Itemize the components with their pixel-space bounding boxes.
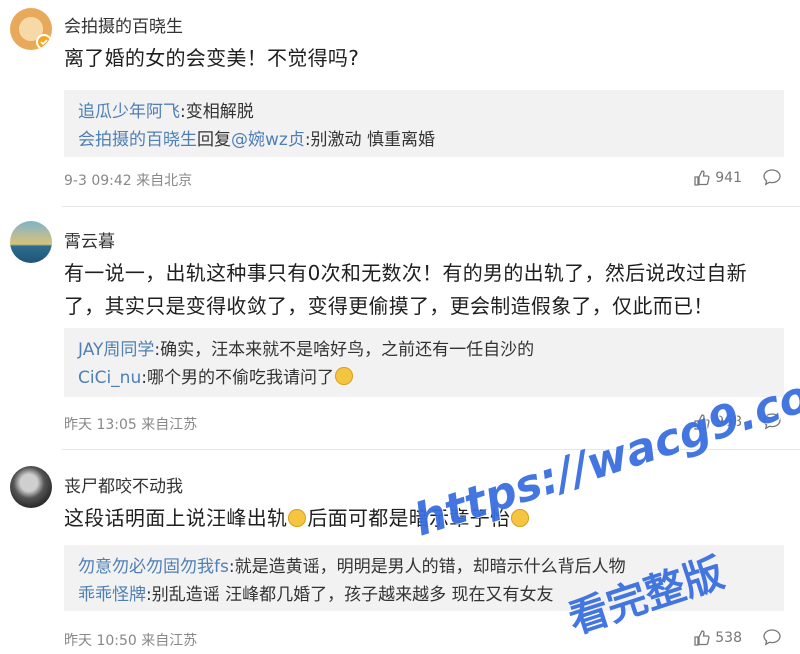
reply-username[interactable]: JAY周同学 bbox=[78, 340, 154, 360]
username[interactable]: 会拍摄的百晓生 bbox=[64, 12, 183, 37]
reply-text: :别乱造谣 汪峰都几婚了，孩子越来越多 现在又有女友 bbox=[146, 585, 554, 605]
reply-button[interactable] bbox=[762, 168, 782, 190]
reply-text: :哪个男的不偷吃我请问了 bbox=[141, 368, 334, 388]
reply-username[interactable]: 追瓜少年阿飞 bbox=[78, 102, 180, 122]
reply-line: 追瓜少年阿飞:变相解脱 bbox=[78, 98, 770, 126]
comment-text-part: 这段话明面上说汪峰出轨 bbox=[64, 506, 288, 530]
reply-box[interactable]: 追瓜少年阿飞:变相解脱 会拍摄的百晓生回复@婉wz贞:别激动 慎重离婚 bbox=[64, 90, 784, 157]
username[interactable]: 霄云暮 bbox=[64, 227, 115, 252]
reply-mention[interactable]: @婉wz贞 bbox=[231, 130, 305, 150]
comment-text: 有一说一，出轨这种事只有0次和无数次！有的男的出轨了，然后说改过自新了，其实只是… bbox=[64, 261, 747, 318]
speech-bubble-icon bbox=[763, 629, 781, 646]
username[interactable]: 丧尸都咬不动我 bbox=[64, 472, 183, 497]
thumbs-up-icon bbox=[694, 170, 710, 186]
like-button[interactable]: 538 bbox=[693, 629, 742, 647]
reply-text: :别激动 慎重离婚 bbox=[304, 130, 435, 150]
reply-button[interactable] bbox=[762, 628, 782, 650]
reply-line: 会拍摄的百晓生回复@婉wz贞:别激动 慎重离婚 bbox=[78, 126, 770, 154]
reply-username[interactable]: 乖乖怪牌 bbox=[78, 585, 146, 605]
reply-line: CiCi_nu:哪个男的不偷吃我请问了 bbox=[78, 364, 770, 392]
laughing-emoji-icon bbox=[288, 509, 307, 527]
reply-text: :就是造黄谣，明明是男人的错，却暗示什么背后人物 bbox=[228, 557, 626, 577]
comment-meta: 昨天 13:05 来自江苏 bbox=[64, 417, 198, 433]
reply-box[interactable]: JAY周同学:确实，汪本来就不是啥好鸟，之前还有一任自沙的 CiCi_nu:哪个… bbox=[64, 328, 784, 397]
reply-username[interactable]: 勿意勿必勿固勿我fs bbox=[78, 557, 229, 577]
reply-username[interactable]: 会拍摄的百晓生 bbox=[78, 130, 197, 150]
avatar[interactable] bbox=[10, 221, 52, 263]
reply-text: :变相解脱 bbox=[180, 102, 254, 122]
avatar[interactable] bbox=[10, 8, 52, 50]
comment-text: 离了婚的女的会变美！不觉得吗? bbox=[64, 46, 360, 70]
laughing-emoji-icon bbox=[334, 367, 353, 385]
comment-meta: 9-3 09:42 来自北京 bbox=[64, 173, 193, 189]
reply-text: :确实，汪本来就不是啥好鸟，之前还有一任自沙的 bbox=[154, 340, 535, 360]
like-count: 538 bbox=[715, 630, 742, 646]
speech-bubble-icon bbox=[763, 169, 781, 186]
comment-item: 会拍摄的百晓生 离了婚的女的会变美！不觉得吗? 追瓜少年阿飞:变相解脱 会拍摄的… bbox=[0, 0, 800, 206]
avatar-badge-icon bbox=[36, 34, 52, 50]
reply-username[interactable]: CiCi_nu bbox=[78, 368, 141, 388]
avatar[interactable] bbox=[10, 466, 52, 508]
comment-meta: 昨天 10:50 来自江苏 bbox=[64, 633, 198, 649]
reply-connector: 回复 bbox=[197, 130, 231, 150]
like-count: 941 bbox=[715, 170, 742, 186]
reply-line: JAY周同学:确实，汪本来就不是啥好鸟，之前还有一任自沙的 bbox=[78, 336, 770, 364]
thumbs-up-icon bbox=[694, 630, 710, 646]
like-button[interactable]: 941 bbox=[693, 169, 742, 187]
